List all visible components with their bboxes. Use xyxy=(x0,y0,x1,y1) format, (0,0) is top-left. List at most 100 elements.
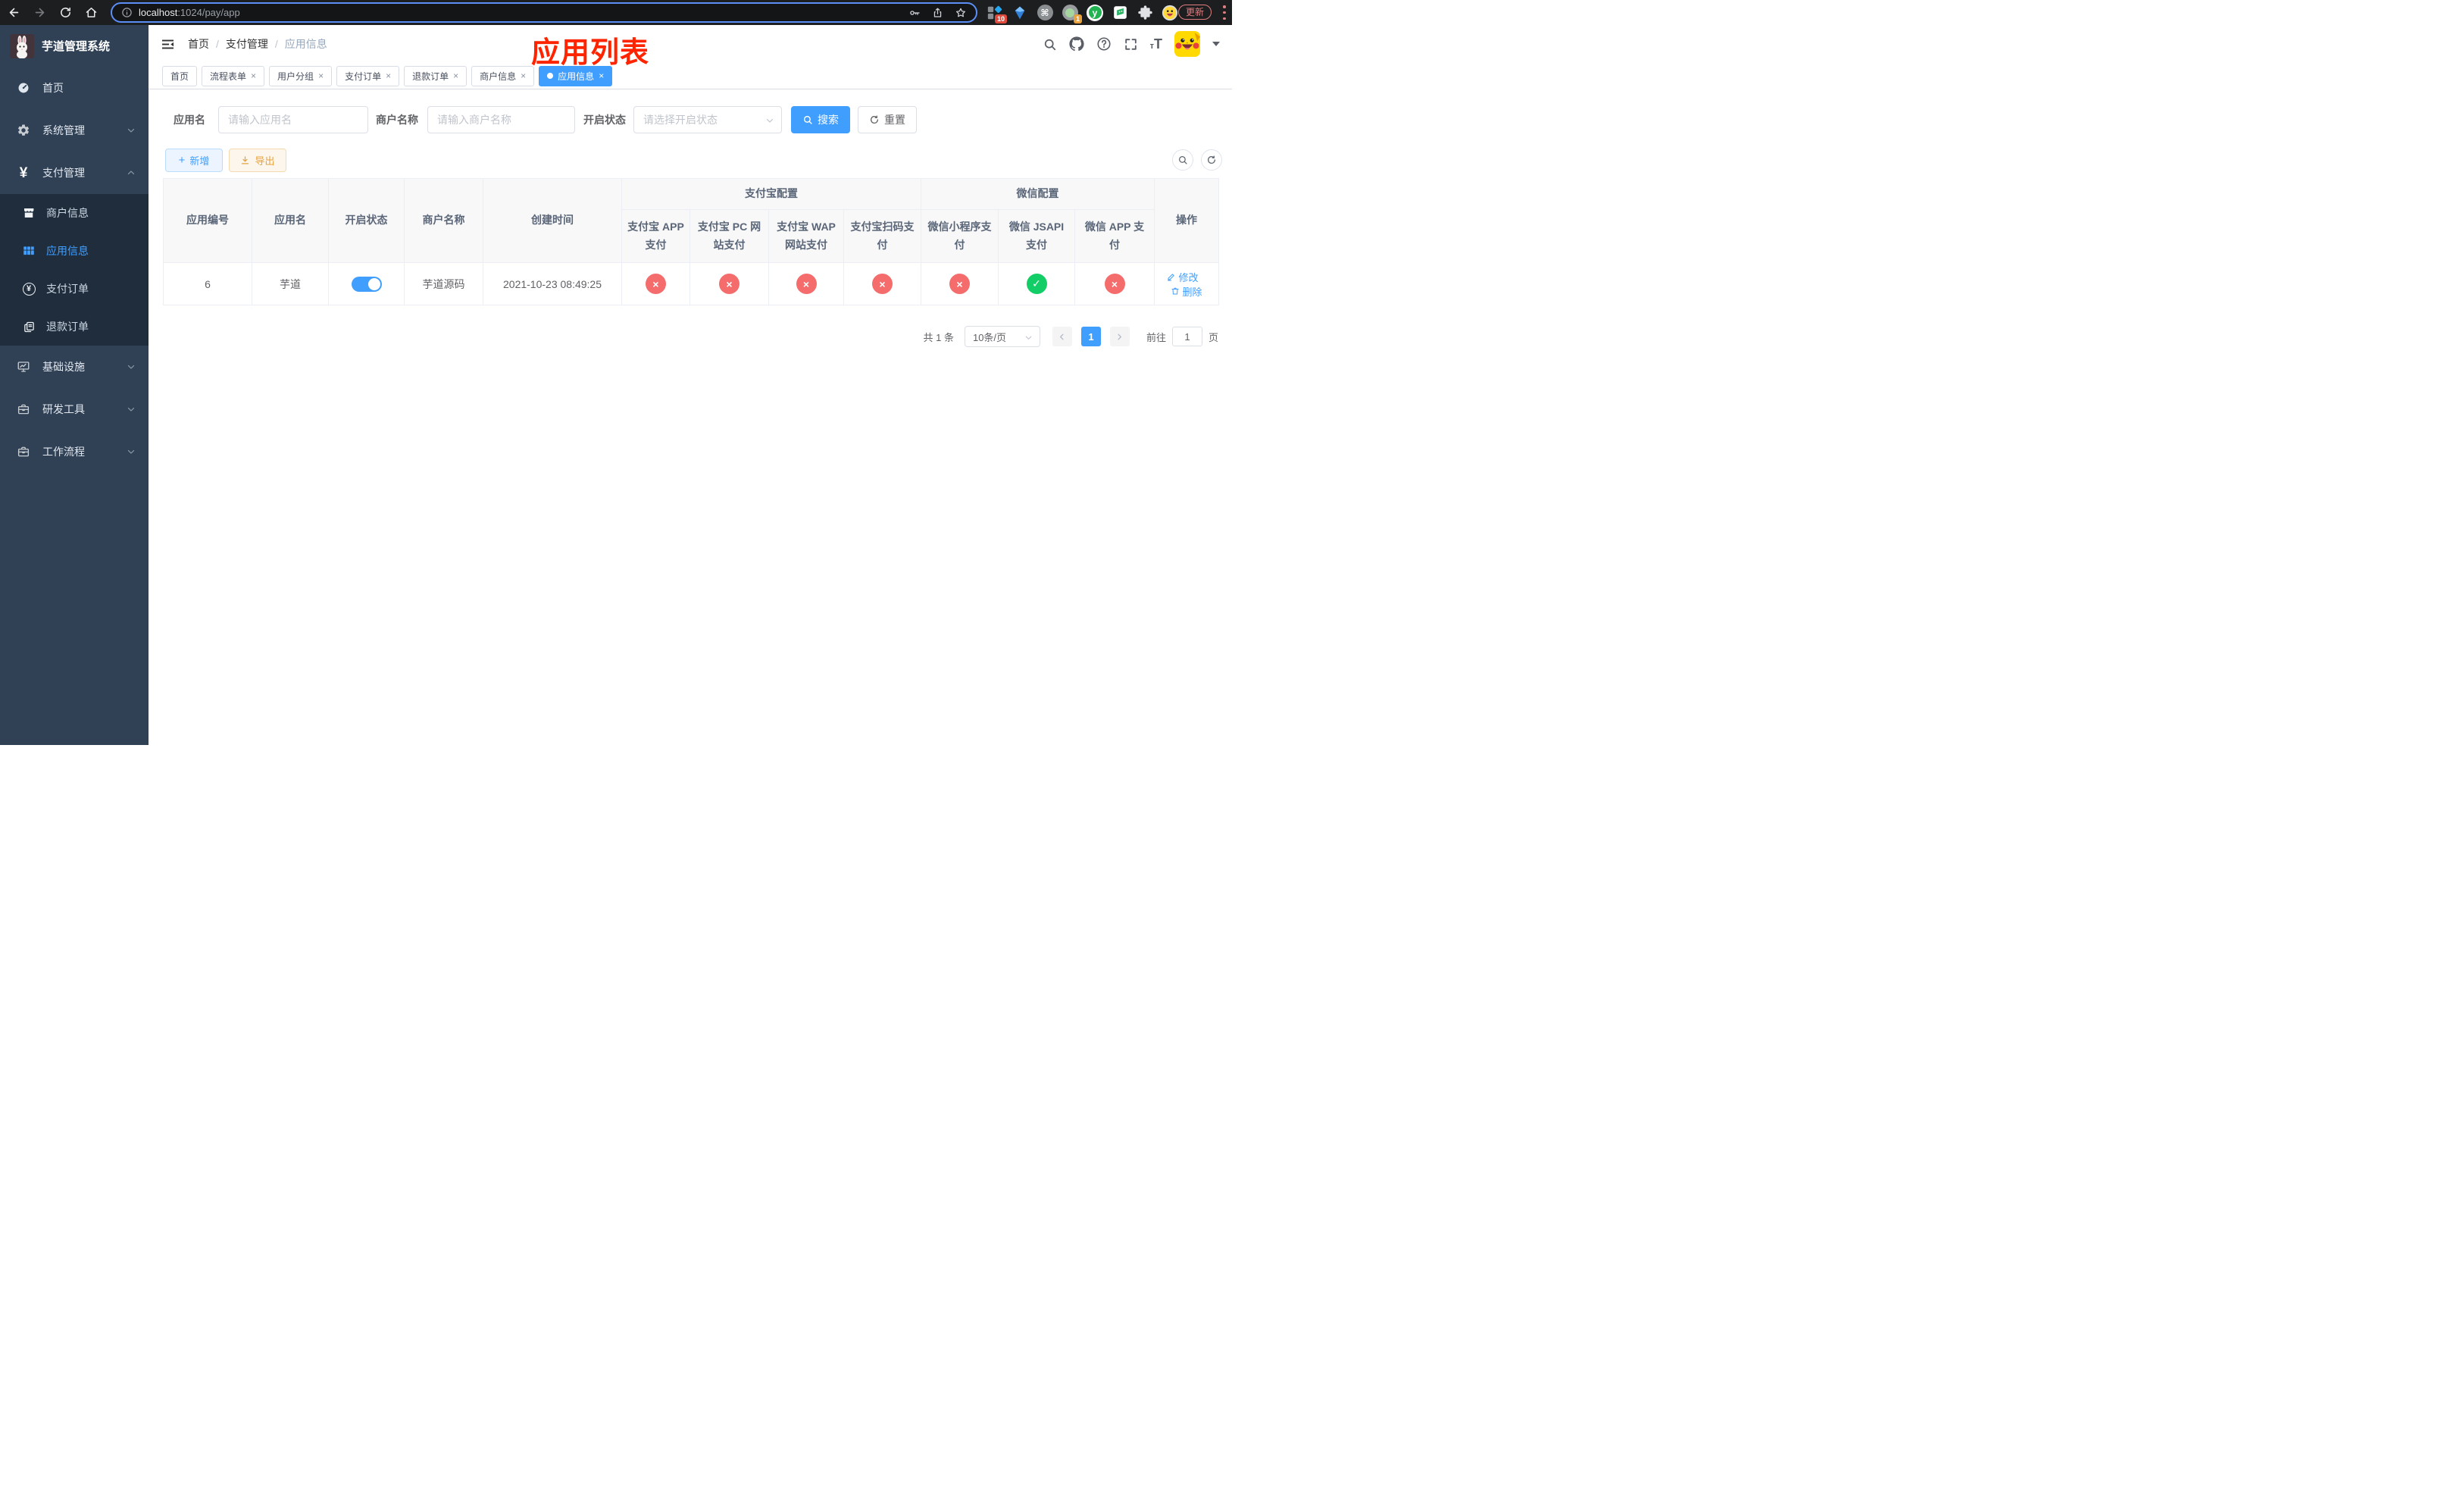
user-avatar[interactable] xyxy=(1174,31,1200,57)
refresh-button[interactable] xyxy=(1201,149,1222,171)
url-text: localhost:1024/pay/app xyxy=(139,7,240,18)
export-button[interactable]: 导出 xyxy=(229,149,286,172)
col-actions: 操作 xyxy=(1154,178,1219,263)
url-path: :1024/pay/app xyxy=(177,7,240,18)
goto-page-input[interactable] xyxy=(1171,327,1202,346)
search-button[interactable]: 搜索 xyxy=(791,106,850,133)
merchant-name-input[interactable] xyxy=(427,106,575,133)
avatar-caret-icon[interactable] xyxy=(1212,42,1220,46)
extension-tampermonkey-icon[interactable]: 10 xyxy=(987,5,1007,23)
tab-home[interactable]: 首页 xyxy=(162,65,198,86)
chevron-down-icon xyxy=(127,126,136,135)
close-icon[interactable]: × xyxy=(386,70,391,81)
extension-emoji-icon[interactable] xyxy=(1162,5,1178,21)
close-icon[interactable]: × xyxy=(521,70,526,81)
close-icon[interactable]: × xyxy=(318,70,324,81)
sidebar: 芋道管理系统 首页 系统管理 ¥ 支付管理 商户信息 应用信息 ¥ 支付订单 退… xyxy=(0,25,149,745)
tab-merchant-info[interactable]: 商户信息 × xyxy=(471,65,535,86)
add-button[interactable]: + 新增 xyxy=(165,149,223,172)
sidebar-item-label: 基础设施 xyxy=(42,361,85,373)
extension-gem-icon[interactable] xyxy=(1012,5,1028,21)
sidebar-item-dev-tools[interactable]: 研发工具 xyxy=(0,388,149,430)
page-content: 应用名 商户名称 开启状态 搜索 重置 xyxy=(149,89,1232,745)
tab-process-form[interactable]: 流程表单 × xyxy=(202,65,265,86)
alipay-qr-status-icon: × xyxy=(872,274,893,294)
reload-icon[interactable] xyxy=(59,6,72,19)
reset-button[interactable]: 重置 xyxy=(858,106,917,133)
app-name-input[interactable] xyxy=(218,106,368,133)
forward-icon[interactable] xyxy=(33,6,46,19)
sidebar-item-infrastructure[interactable]: 基础设施 xyxy=(0,346,149,388)
applications-table: 应用编号 应用名 开启状态 商户名称 创建时间 支付宝配置 微信配置 操作 支付… xyxy=(163,178,1219,305)
wechat-jsapi-status-icon: ✓ xyxy=(1026,274,1047,294)
extension-yudao-icon[interactable]: y xyxy=(1087,4,1103,21)
monitor-chart-icon xyxy=(15,360,32,374)
url-bar[interactable]: localhost:1024/pay/app xyxy=(111,2,977,23)
edit-link[interactable]: 修改 xyxy=(1167,270,1199,284)
close-icon[interactable]: × xyxy=(251,70,256,81)
extension-command-icon[interactable]: ⌘ xyxy=(1037,5,1053,21)
status-select[interactable] xyxy=(633,106,782,133)
close-icon[interactable]: × xyxy=(599,70,604,81)
tab-refund-orders[interactable]: 退款订单 × xyxy=(404,65,467,86)
extension-chat-icon[interactable] xyxy=(1112,5,1128,21)
share-icon[interactable] xyxy=(932,7,943,19)
page-number-button[interactable]: 1 xyxy=(1080,327,1101,346)
col-merchant: 商户名称 xyxy=(404,178,483,263)
alipay-wap-status-icon: × xyxy=(796,274,817,294)
breadcrumb-payment[interactable]: 支付管理 xyxy=(226,36,268,52)
sidebar-menu: 首页 系统管理 ¥ 支付管理 商户信息 应用信息 ¥ 支付订单 退款订单 基础设… xyxy=(0,67,149,473)
tab-pay-orders[interactable]: 支付订单 × xyxy=(336,65,400,86)
filter-form: 应用名 商户名称 开启状态 搜索 重置 xyxy=(149,106,1232,133)
extension-puzzle-icon[interactable] xyxy=(1137,5,1153,21)
browser-nav-buttons xyxy=(8,0,98,25)
status-label: 开启状态 xyxy=(583,114,626,126)
sidebar-item-pay-orders[interactable]: ¥ 支付订单 xyxy=(0,270,149,308)
col-alipay-wap: 支付宝 WAP 网站支付 xyxy=(768,209,844,263)
gear-icon xyxy=(15,124,32,137)
rabbit-logo-icon xyxy=(10,33,34,58)
back-icon[interactable] xyxy=(8,6,20,19)
tab-user-group[interactable]: 用户分组 × xyxy=(269,65,333,86)
extension-recorder-icon[interactable]: 1 xyxy=(1062,5,1082,23)
app-title: 芋道管理系统 xyxy=(42,40,111,53)
close-icon[interactable]: × xyxy=(453,70,458,81)
site-info-icon[interactable] xyxy=(121,7,133,18)
font-size-icon[interactable]: тT xyxy=(1150,37,1162,51)
active-tab-dot xyxy=(547,73,554,79)
browser-update-button[interactable]: 更新 xyxy=(1177,5,1212,20)
sidebar-item-merchant-info[interactable]: 商户信息 xyxy=(0,194,149,232)
prev-page-button[interactable] xyxy=(1052,327,1072,346)
browser-menu-icon[interactable] xyxy=(1223,5,1226,20)
sidebar-item-payment[interactable]: ¥ 支付管理 xyxy=(0,152,149,194)
screen: localhost:1024/pay/app 10 ⌘ 1 y 更新 芋道管理系… xyxy=(0,0,1232,745)
wechat-app-status-icon: × xyxy=(1104,274,1125,294)
help-icon[interactable] xyxy=(1096,36,1112,52)
sidebar-item-app-info[interactable]: 应用信息 xyxy=(0,232,149,270)
chevron-down-icon xyxy=(127,405,136,414)
bookmark-star-icon[interactable] xyxy=(955,7,967,19)
sidebar-item-refund-orders[interactable]: 退款订单 xyxy=(0,308,149,346)
next-page-button[interactable] xyxy=(1109,327,1130,346)
fullscreen-icon[interactable] xyxy=(1124,37,1138,52)
status-select-input[interactable] xyxy=(643,114,758,126)
col-wechat-jsapi: 微信 JSAPI 支付 xyxy=(998,209,1075,263)
home-icon[interactable] xyxy=(85,6,98,19)
key-icon[interactable] xyxy=(908,7,921,19)
delete-link[interactable]: 删除 xyxy=(1171,284,1202,299)
page-unit-label: 页 xyxy=(1208,331,1218,343)
sidebar-item-workflow[interactable]: 工作流程 xyxy=(0,430,149,473)
sidebar-item-home[interactable]: 首页 xyxy=(0,67,149,109)
github-icon[interactable] xyxy=(1069,36,1084,52)
search-icon[interactable] xyxy=(1043,37,1057,52)
extension-badge: 10 xyxy=(994,14,1007,23)
toggle-search-button[interactable] xyxy=(1172,149,1193,171)
col-group-alipay: 支付宝配置 xyxy=(621,178,921,210)
sidebar-item-system[interactable]: 系统管理 xyxy=(0,109,149,152)
breadcrumb-home[interactable]: 首页 xyxy=(188,36,209,52)
alipay-app-status-icon: × xyxy=(646,274,666,294)
status-toggle[interactable] xyxy=(351,276,382,292)
table-row: 6 芋道 芋道源码 2021-10-23 08:49:25 × × × × × … xyxy=(163,262,1219,305)
page-size-select[interactable]: 10条/页 xyxy=(964,326,1040,347)
collapse-sidebar-icon[interactable] xyxy=(161,37,175,52)
